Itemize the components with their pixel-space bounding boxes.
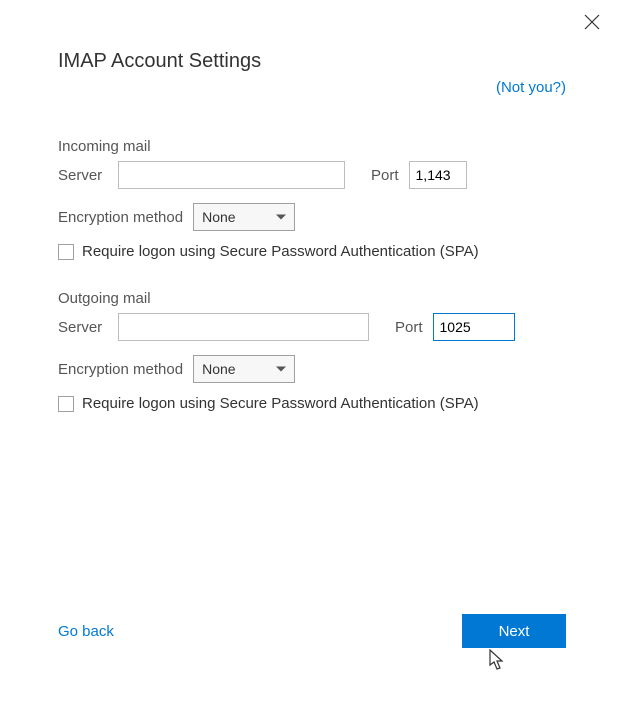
outgoing-spa-checkbox[interactable] <box>58 396 74 412</box>
go-back-link[interactable]: Go back <box>58 623 114 640</box>
outgoing-spa-label: Require logon using Secure Password Auth… <box>82 395 479 412</box>
outgoing-encryption-value: None <box>202 361 235 377</box>
not-you-link[interactable]: (Not you?) <box>496 79 566 96</box>
incoming-spa-label: Require logon using Secure Password Auth… <box>82 243 479 260</box>
incoming-server-input[interactable] <box>118 161 345 189</box>
outgoing-port-label: Port <box>395 319 423 336</box>
next-button[interactable]: Next <box>462 614 566 648</box>
close-button[interactable] <box>584 14 602 32</box>
incoming-encryption-value: None <box>202 209 235 225</box>
outgoing-encryption-select[interactable]: None <box>193 355 295 383</box>
incoming-section-label: Incoming mail <box>58 138 566 155</box>
outgoing-server-input[interactable] <box>118 313 369 341</box>
incoming-server-label: Server <box>58 167 108 184</box>
incoming-encryption-select[interactable]: None <box>193 203 295 231</box>
outgoing-encryption-label: Encryption method <box>58 361 183 378</box>
next-button-label: Next <box>499 623 530 640</box>
page-title: IMAP Account Settings <box>58 50 566 73</box>
incoming-encryption-label: Encryption method <box>58 209 183 226</box>
chevron-down-icon <box>276 367 286 372</box>
incoming-spa-checkbox[interactable] <box>58 244 74 260</box>
cursor-icon <box>489 649 507 676</box>
outgoing-section-label: Outgoing mail <box>58 290 566 307</box>
chevron-down-icon <box>276 215 286 220</box>
incoming-port-input[interactable] <box>409 161 467 189</box>
close-icon <box>584 14 600 30</box>
incoming-port-label: Port <box>371 167 399 184</box>
outgoing-port-input[interactable] <box>433 313 515 341</box>
outgoing-server-label: Server <box>58 319 108 336</box>
